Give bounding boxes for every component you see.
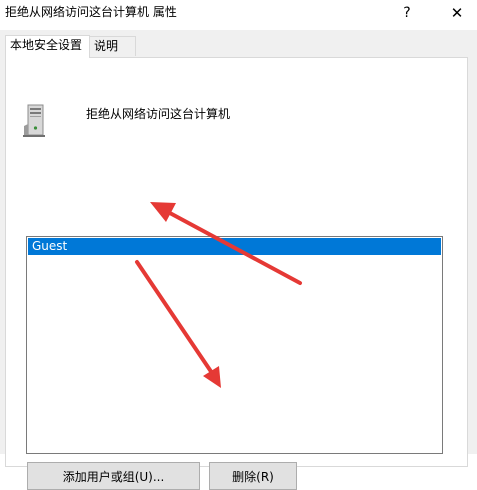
policy-title: 拒绝从网络访问这台计算机 bbox=[86, 107, 231, 121]
help-button[interactable]: ? bbox=[392, 2, 422, 24]
tab-explain[interactable]: 说明 bbox=[90, 36, 136, 56]
tab-local-security-setting[interactable]: 本地安全设置 bbox=[5, 35, 90, 58]
dialog-body: 本地安全设置 说明 拒绝从网络访问这台计算机 Guest 添加用户或组(U)..… bbox=[0, 30, 477, 490]
window-title: 拒绝从网络访问这台计算机 属性 bbox=[5, 5, 177, 19]
tab-strip: 本地安全设置 说明 bbox=[0, 30, 477, 58]
tab-label: 说明 bbox=[94, 39, 119, 53]
tab-label: 本地安全设置 bbox=[10, 38, 83, 52]
title-bar: 拒绝从网络访问这台计算机 属性 ? ✕ bbox=[0, 0, 477, 30]
user-list[interactable]: Guest bbox=[26, 236, 443, 454]
computer-tower-icon bbox=[23, 104, 45, 137]
add-user-or-group-button[interactable]: 添加用户或组(U)... bbox=[27, 462, 200, 490]
close-button[interactable]: ✕ bbox=[442, 2, 472, 24]
help-icon: ? bbox=[403, 5, 411, 21]
remove-button[interactable]: 删除(R) bbox=[209, 462, 297, 490]
tab-panel: 拒绝从网络访问这台计算机 Guest 添加用户或组(U)... 删除(R) bbox=[5, 57, 468, 490]
close-icon: ✕ bbox=[450, 4, 464, 22]
list-item[interactable]: Guest bbox=[28, 238, 441, 255]
